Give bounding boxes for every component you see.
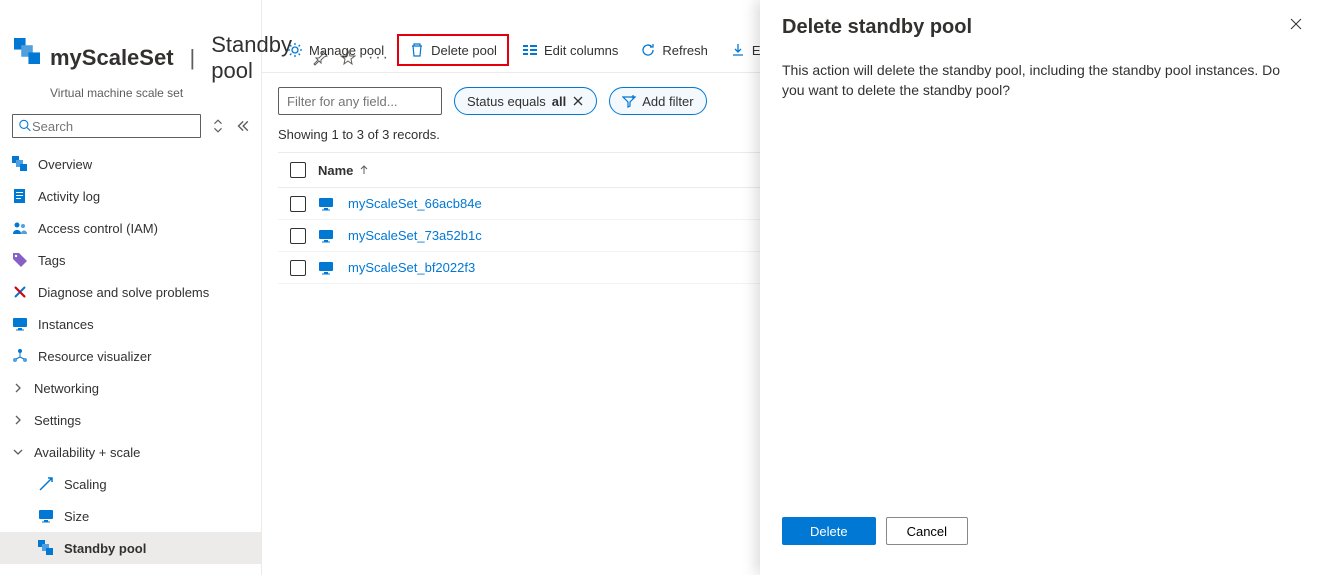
- monitor-icon: [38, 508, 54, 524]
- vm-icon: [318, 228, 334, 244]
- sidebar-item-security[interactable]: Security: [0, 564, 261, 575]
- search-icon: [19, 119, 32, 133]
- vm-icon: [318, 196, 334, 212]
- sidebar-item-label: Scaling: [64, 477, 107, 492]
- scaling-icon: [38, 476, 54, 492]
- tag-icon: [12, 252, 28, 268]
- button-label: Edit columns: [544, 43, 618, 58]
- edit-columns-button[interactable]: Edit columns: [513, 34, 627, 66]
- sidebar-item-label: Resource visualizer: [38, 349, 151, 364]
- add-filter-icon: [622, 94, 636, 108]
- chevron-down-icon: [12, 446, 24, 458]
- sidebar-item-label: Standby pool: [64, 541, 146, 556]
- resource-name: myScaleSet: [50, 45, 174, 71]
- delete-pool-button[interactable]: Delete pool: [397, 34, 509, 66]
- instance-link[interactable]: myScaleSet_bf2022f3: [348, 260, 475, 275]
- sidebar-item-resource-visualizer[interactable]: Resource visualizer: [0, 340, 261, 372]
- close-icon[interactable]: [1288, 16, 1304, 32]
- panel-body-text: This action will delete the standby pool…: [782, 61, 1304, 100]
- delete-confirmation-panel: Delete standby pool This action will del…: [760, 0, 1326, 575]
- close-icon[interactable]: [572, 95, 584, 107]
- sidebar-item-label: Tags: [38, 253, 65, 268]
- download-icon: [730, 42, 746, 58]
- search-input[interactable]: [32, 119, 194, 134]
- visualizer-icon: [12, 348, 28, 364]
- vmss-resource-icon: [14, 38, 40, 64]
- sidebar-item-activity-log[interactable]: Activity log: [0, 180, 261, 212]
- sidebar-item-label: Size: [64, 509, 89, 524]
- delete-button[interactable]: Delete: [782, 517, 876, 545]
- sidebar-item-label: Diagnose and solve problems: [38, 285, 209, 300]
- pill-label: Add filter: [642, 94, 693, 109]
- instance-link[interactable]: myScaleSet_66acb84e: [348, 196, 482, 211]
- refresh-button[interactable]: Refresh: [631, 34, 717, 66]
- sidebar-item-access-control[interactable]: Access control (IAM): [0, 212, 261, 244]
- vm-icon: [318, 260, 334, 276]
- collapse-sidebar-icon[interactable]: [235, 119, 249, 133]
- sidebar-item-label: Settings: [34, 413, 81, 428]
- log-icon: [12, 188, 28, 204]
- sidebar-item-size[interactable]: Size: [0, 500, 261, 532]
- sidebar-item-label: Availability + scale: [34, 445, 140, 460]
- row-checkbox[interactable]: [290, 228, 306, 244]
- status-filter-pill[interactable]: Status equals all: [454, 87, 597, 115]
- sidebar-item-label: Instances: [38, 317, 94, 332]
- diagnose-icon: [12, 284, 28, 300]
- monitor-icon: [12, 316, 28, 332]
- chevron-right-icon: [12, 414, 24, 426]
- sidebar-item-instances[interactable]: Instances: [0, 308, 261, 340]
- title-separator: |: [190, 45, 196, 71]
- refresh-icon: [640, 42, 656, 58]
- sidebar-item-diagnose[interactable]: Diagnose and solve problems: [0, 276, 261, 308]
- cancel-button[interactable]: Cancel: [886, 517, 968, 545]
- sidebar-item-settings[interactable]: Settings: [0, 404, 261, 436]
- add-filter-pill[interactable]: Add filter: [609, 87, 706, 115]
- row-checkbox[interactable]: [290, 196, 306, 212]
- sidebar-item-label: Networking: [34, 381, 99, 396]
- panel-title: Delete standby pool: [782, 16, 972, 39]
- sidebar-item-overview[interactable]: Overview: [0, 148, 261, 180]
- filter-field-input[interactable]: [278, 87, 442, 115]
- page-header: myScaleSet | Standby pool ··· Virtual ma…: [0, 32, 261, 114]
- gear-icon: [287, 42, 303, 58]
- button-label: Manage pool: [309, 43, 384, 58]
- pill-prefix: Status equals: [467, 94, 546, 109]
- sidebar-item-tags[interactable]: Tags: [0, 244, 261, 276]
- pill-value: all: [552, 94, 566, 109]
- row-checkbox[interactable]: [290, 260, 306, 276]
- button-label: Delete pool: [431, 43, 497, 58]
- sidebar-item-label: Activity log: [38, 189, 100, 204]
- button-label: Refresh: [662, 43, 708, 58]
- sidebar-item-standby-pool[interactable]: Standby pool: [0, 532, 261, 564]
- select-all-checkbox[interactable]: [290, 162, 306, 178]
- sidebar-item-availability-scale[interactable]: Availability + scale: [0, 436, 261, 468]
- sort-toggle-icon[interactable]: [211, 119, 225, 133]
- sidebar-item-scaling[interactable]: Scaling: [0, 468, 261, 500]
- trash-icon: [409, 42, 425, 58]
- sidebar-item-label: Overview: [38, 157, 92, 172]
- sidebar-item-networking[interactable]: Networking: [0, 372, 261, 404]
- vmss-icon: [38, 540, 54, 556]
- chevron-right-icon: [12, 382, 24, 394]
- instance-link[interactable]: myScaleSet_73a52b1c: [348, 228, 482, 243]
- vmss-icon: [12, 156, 28, 172]
- sidebar-search-box[interactable]: [12, 114, 201, 138]
- sort-asc-icon: [359, 165, 369, 175]
- columns-icon: [522, 42, 538, 58]
- manage-pool-button[interactable]: Manage pool: [278, 34, 393, 66]
- people-icon: [12, 220, 28, 236]
- sidebar-item-label: Access control (IAM): [38, 221, 158, 236]
